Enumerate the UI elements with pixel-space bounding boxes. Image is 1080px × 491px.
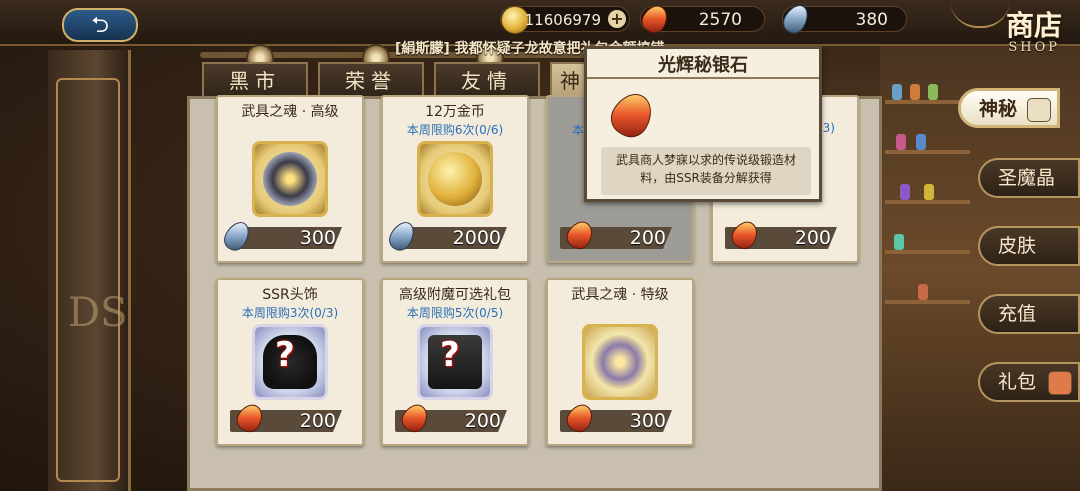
side-nav-mystery[interactable]: 神秘: [958, 88, 1060, 128]
item-price: 200: [629, 227, 666, 249]
shop-item-gold-120k[interactable]: 12万金币 本周限购6次(0/6) 2000: [381, 95, 529, 263]
item-title: 武具之魂 · 高级: [241, 104, 339, 120]
gift-icon: [1048, 371, 1072, 395]
bottle-icon: [910, 84, 920, 100]
red-gem-counter: 2570: [637, 0, 765, 38]
blue-gem-counter: 380: [778, 0, 907, 38]
item-title: 高级附魔可选礼包: [399, 287, 511, 303]
side-nav-label: 礼包: [998, 371, 1037, 393]
bottle-icon: [894, 234, 904, 250]
bottle-icon: [916, 134, 926, 150]
question-mark-icon: ?: [440, 335, 460, 375]
red-gem-icon: [637, 0, 673, 38]
purchase-limit: 本周限购6次(0/6): [406, 123, 504, 137]
purchase-limit: 本周限购5次(0/5): [406, 306, 504, 320]
item-price: 200: [299, 410, 336, 432]
purchase-limit: 本周限购3次(0/3): [241, 306, 339, 320]
side-nav-holy-crystal[interactable]: 圣魔晶: [978, 158, 1080, 198]
tooltip-description: 武具商人梦寐以求的传说级锻造材料，由SSR装备分解获得: [601, 147, 811, 195]
item-title: SSR头饰: [262, 287, 318, 303]
item-tooltip: 光辉秘银石 武具商人梦寐以求的传说级锻造材料，由SSR装备分解获得: [584, 46, 822, 202]
mithril-stone-icon: [604, 86, 660, 144]
question-mark-icon: ?: [275, 335, 295, 375]
shelf: [885, 150, 970, 154]
side-nav-recharge[interactable]: 充值: [978, 294, 1080, 334]
item-title: 武具之魂 · 特级: [571, 287, 669, 303]
shop-item-ssr-headgear[interactable]: SSR头饰 本周限购3次(0/3) ? 200: [216, 278, 364, 446]
weapon-soul-special-icon: [582, 324, 658, 400]
shelf: [885, 200, 970, 204]
left-decoration: DS: [48, 50, 131, 491]
mystery-helmet-icon: ?: [252, 324, 328, 400]
bottle-icon: [928, 84, 938, 100]
side-nav-label: 神秘: [979, 98, 1018, 120]
back-button[interactable]: ⮌: [62, 8, 138, 42]
bottle-icon: [896, 134, 906, 150]
item-price: 2000: [452, 227, 501, 249]
item-price: 200: [794, 227, 831, 249]
side-nav-label: 充值: [998, 303, 1037, 325]
shop-item-weapon-soul-advanced[interactable]: 武具之魂 · 高级 300: [216, 95, 364, 263]
side-nav-gift-pack[interactable]: 礼包: [978, 362, 1080, 402]
tab-black-market[interactable]: 黑市: [202, 62, 308, 98]
tooltip-title: 光辉秘银石: [587, 51, 819, 79]
add-gold-button[interactable]: +: [608, 10, 626, 28]
shelf: [885, 100, 970, 104]
item-price: 300: [629, 410, 666, 432]
side-nav-label: 皮肤: [998, 235, 1037, 257]
tab-friendship[interactable]: 友情: [434, 62, 540, 98]
blue-gem-icon: [778, 0, 814, 38]
decorative-text: DS: [68, 290, 128, 336]
side-nav-label: 圣魔晶: [998, 167, 1056, 189]
bottle-icon: [924, 184, 934, 200]
red-gem-amount: 2570: [698, 10, 742, 30]
item-price: 300: [299, 227, 336, 249]
shelf: [885, 250, 970, 254]
bottle-icon: [900, 184, 910, 200]
gold-coin-stack-icon: [417, 141, 493, 217]
tab-honor[interactable]: 荣誉: [318, 62, 424, 98]
weapon-soul-icon: [252, 141, 328, 217]
shop-subtitle: SHOP: [1008, 40, 1060, 55]
shop-item-weapon-soul-special[interactable]: 武具之魂 · 特级 300: [546, 278, 694, 446]
side-nav-skin[interactable]: 皮肤: [978, 226, 1080, 266]
shelf: [885, 300, 970, 304]
blue-gem-amount: 380: [855, 10, 888, 30]
bottle-icon: [918, 284, 928, 300]
bottle-icon: [892, 84, 902, 100]
shop-title: 商店: [1005, 9, 1062, 42]
gold-amount: 11606979: [524, 11, 601, 29]
mystery-scroll-icon: ?: [417, 324, 493, 400]
decorative-frame: [56, 78, 120, 482]
item-title: 12万金币: [425, 104, 485, 120]
gold-counter: 11606979 +: [500, 6, 630, 34]
title-ornament: [950, 0, 1010, 28]
item-price: 200: [464, 410, 501, 432]
shop-item-enchant-pack[interactable]: 高级附魔可选礼包 本周限购5次(0/5) ? 200: [381, 278, 529, 446]
dice-icon: [1027, 98, 1051, 122]
